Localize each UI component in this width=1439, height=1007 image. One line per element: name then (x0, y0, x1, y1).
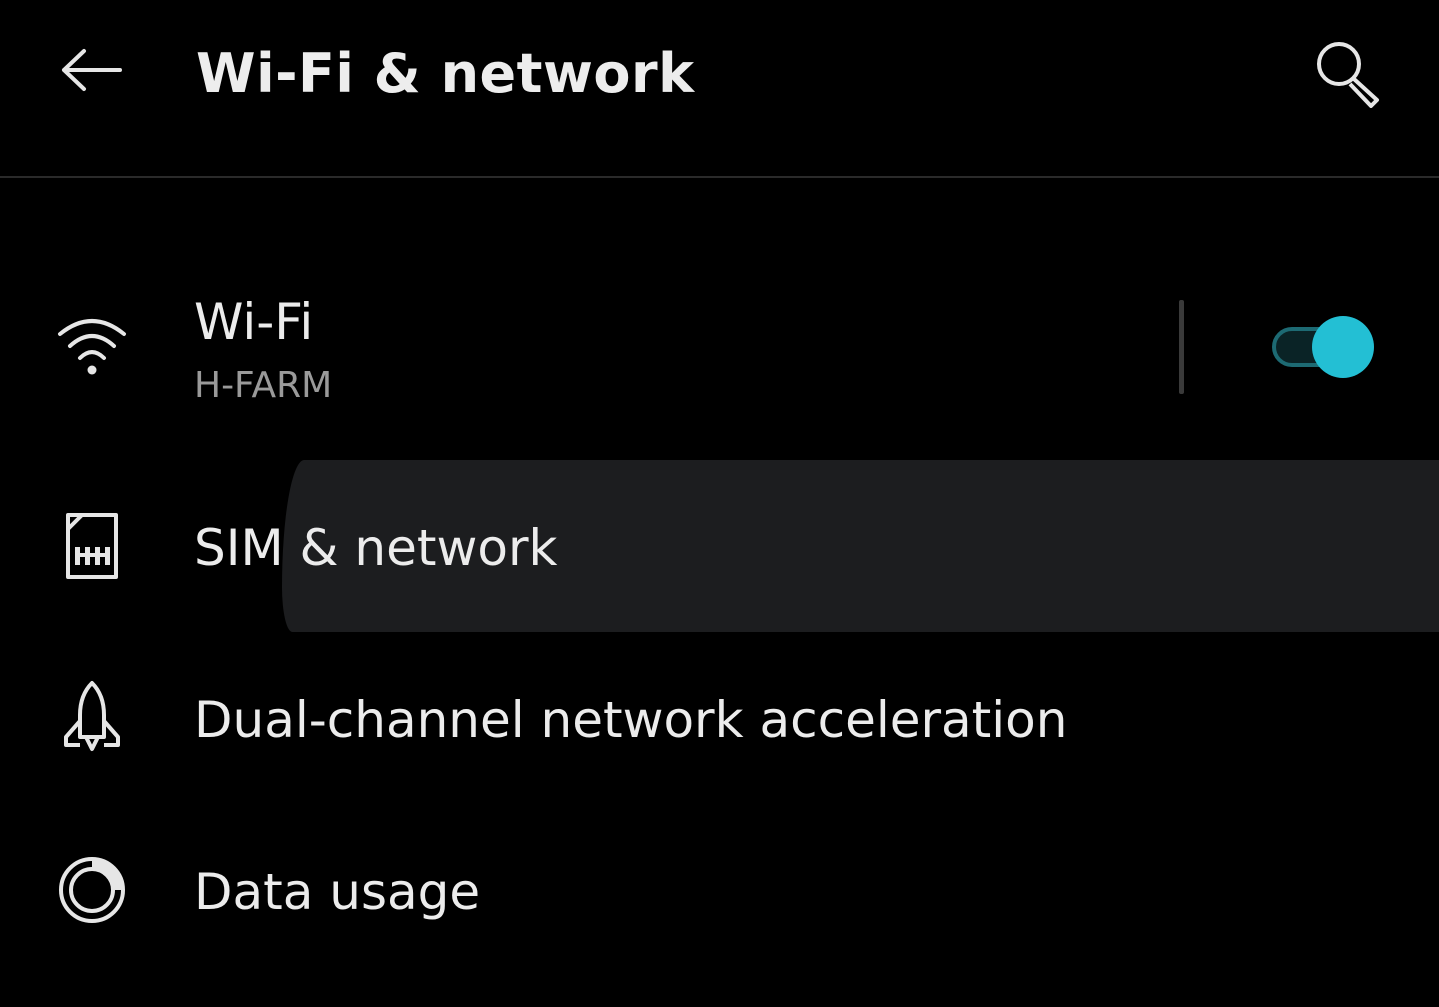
app-bar: Wi-Fi & network (0, 0, 1439, 178)
data-usage-icon (52, 850, 132, 930)
wifi-row[interactable]: Wi-Fi H-FARM (0, 280, 1439, 420)
data-usage-title: Data usage (194, 863, 481, 921)
sim-card-icon (52, 506, 132, 586)
dual-channel-row[interactable]: Dual-channel network acceleration (0, 636, 1439, 808)
sim-network-row[interactable]: SIM & network (0, 460, 1439, 632)
arrow-left-icon (60, 48, 124, 96)
toggle-thumb (1312, 316, 1374, 378)
search-button[interactable] (1300, 30, 1396, 120)
wifi-title: Wi-Fi (194, 293, 314, 351)
search-icon (1313, 38, 1383, 112)
wifi-toggle[interactable] (1268, 314, 1378, 380)
dual-channel-title: Dual-channel network acceleration (194, 691, 1068, 749)
wifi-icon (52, 306, 132, 386)
rocket-icon (52, 676, 132, 756)
data-usage-row[interactable]: Data usage (0, 808, 1439, 980)
page-title: Wi-Fi & network (196, 42, 695, 105)
wifi-network-name: H-FARM (194, 365, 333, 406)
wifi-divider (1179, 300, 1184, 394)
sim-network-title: SIM & network (194, 519, 558, 577)
back-button[interactable] (52, 36, 132, 108)
